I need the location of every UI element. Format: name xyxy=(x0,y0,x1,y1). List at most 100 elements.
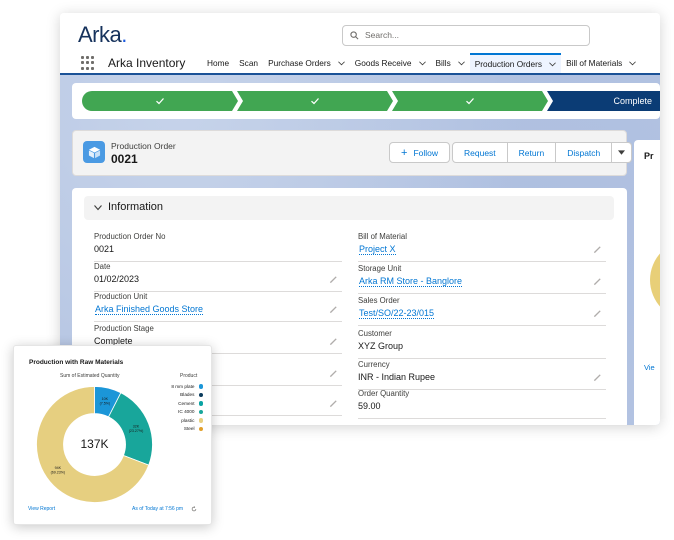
sales-order-link[interactable]: Test/SO/22-23/015 xyxy=(359,308,435,319)
field-value: INR - Indian Rupee xyxy=(358,372,436,382)
global-header: Arka. Search... xyxy=(60,13,660,53)
field-label: Sales Order xyxy=(358,296,400,305)
pencil-icon[interactable] xyxy=(593,277,602,286)
legend-item[interactable]: plastic xyxy=(159,416,203,425)
pencil-icon[interactable] xyxy=(329,369,338,378)
legend-label: Blades xyxy=(180,392,195,398)
tab-label: Home xyxy=(207,58,230,68)
pencil-icon[interactable] xyxy=(329,275,338,284)
slice-value-label: 94K xyxy=(55,466,62,470)
refresh-icon[interactable] xyxy=(191,506,197,512)
pencil-icon[interactable] xyxy=(593,245,602,254)
path-step-3-complete[interactable] xyxy=(392,91,548,111)
slice-percent-label: (7.5%) xyxy=(100,402,111,406)
tab-label: Bill of Materials xyxy=(566,58,623,68)
field-order-quantity: Order Quantity 59.00 xyxy=(358,389,606,419)
legend-label: IC 4000 xyxy=(178,409,195,415)
pencil-icon[interactable] xyxy=(329,399,338,408)
donut-chart: 10K(7.5%) 32K(23.27%) 94K(69.23%) 137K xyxy=(36,386,153,503)
chevron-down-icon[interactable] xyxy=(418,60,426,66)
legend-swatch xyxy=(198,392,203,397)
app-navbar: Arka Inventory Home Scan Purchase Orders… xyxy=(60,53,660,75)
section-title: Information xyxy=(108,201,164,213)
arka-logo[interactable]: Arka. xyxy=(78,22,127,48)
slice-value-label: 10K xyxy=(102,397,109,401)
global-search-input[interactable]: Search... xyxy=(342,25,590,46)
chevron-down-icon[interactable] xyxy=(549,61,556,67)
caret-down-icon xyxy=(618,150,626,155)
tab-goods-receive[interactable]: Goods Receive xyxy=(350,53,431,73)
as-of-timestamp: As of Today at 7:56 pm xyxy=(132,506,184,512)
tab-label: Purchase Orders xyxy=(268,58,331,68)
field-bill-of-material: Bill of Material Project X xyxy=(358,232,606,262)
legend-swatch xyxy=(198,384,203,389)
chevron-down-icon[interactable] xyxy=(337,60,345,66)
record-name: 0021 xyxy=(111,152,138,166)
tab-bill-of-materials[interactable]: Bill of Materials xyxy=(561,53,641,73)
production-order-icon xyxy=(83,141,105,163)
information-section-header[interactable]: Information xyxy=(84,196,614,220)
field-label: Date xyxy=(94,262,111,271)
field-label: Production Unit xyxy=(94,292,148,301)
legend-title: Product xyxy=(180,373,198,379)
slice-percent-label: (23.27%) xyxy=(129,429,144,433)
request-button[interactable]: Request xyxy=(452,142,508,163)
path-step-current[interactable]: Complete xyxy=(547,91,660,111)
record-actions: + Follow Request Return Dispatch xyxy=(389,142,633,163)
field-label: Production Stage xyxy=(94,324,154,333)
follow-button[interactable]: + Follow xyxy=(389,142,450,163)
field-customer: Customer XYZ Group xyxy=(358,329,606,359)
legend-item[interactable]: Steel xyxy=(159,425,203,434)
pencil-icon[interactable] xyxy=(329,305,338,314)
pencil-icon[interactable] xyxy=(329,337,338,346)
pencil-icon[interactable] xyxy=(593,309,602,318)
legend-label: Steel xyxy=(183,426,195,432)
tab-label: Scan xyxy=(239,58,259,68)
box-icon xyxy=(88,146,100,158)
follow-label: Follow xyxy=(413,147,438,158)
chevron-down-icon[interactable] xyxy=(629,60,637,66)
chevron-down-icon xyxy=(94,205,102,211)
legend-item[interactable]: IC 4000 xyxy=(159,408,203,417)
return-button[interactable]: Return xyxy=(506,142,557,163)
tab-production-orders[interactable]: Production Orders xyxy=(469,53,562,73)
app-launcher-icon[interactable] xyxy=(81,56,95,70)
legend-item[interactable]: 8 mm plate xyxy=(159,382,203,391)
legend-item[interactable]: Blades xyxy=(159,391,203,400)
storage-unit-link[interactable]: Arka RM Store - Banglore xyxy=(359,276,463,287)
chart-legend: 8 mm plate Blades Cement IC 4000 plastic Stee… xyxy=(159,382,203,433)
legend-swatch xyxy=(198,418,203,423)
tab-scan[interactable]: Scan xyxy=(234,53,263,73)
tab-home[interactable]: Home xyxy=(202,53,234,73)
logo-text: Arka xyxy=(78,22,122,47)
side-card-title: Pr xyxy=(644,151,654,161)
legend-label: plastic xyxy=(181,417,195,423)
path-step-1-complete[interactable] xyxy=(82,91,238,111)
field-value: 59.00 xyxy=(358,401,381,411)
more-actions-button[interactable] xyxy=(611,142,633,163)
tab-purchase-orders[interactable]: Purchase Orders xyxy=(263,53,350,73)
field-storage-unit: Storage Unit Arka RM Store - Banglore xyxy=(358,264,606,294)
chevron-down-icon[interactable] xyxy=(457,60,465,66)
field-production-order-no: Production Order No 0021 xyxy=(94,232,342,262)
production-unit-link[interactable]: Arka Finished Goods Store xyxy=(95,304,204,315)
legend-swatch xyxy=(198,426,203,431)
legend-item[interactable]: Cement xyxy=(159,399,203,408)
side-view-report-link[interactable]: Vie xyxy=(644,363,655,372)
bill-of-material-link[interactable]: Project X xyxy=(359,244,396,255)
dispatch-button[interactable]: Dispatch xyxy=(555,142,613,163)
tab-label: Bills xyxy=(435,58,451,68)
pencil-icon[interactable] xyxy=(593,373,602,382)
check-icon xyxy=(311,98,319,105)
check-icon xyxy=(466,98,474,105)
record-header: Production Order 0021 + Follow Request Re… xyxy=(72,130,633,176)
field-label: Currency xyxy=(358,360,390,369)
tab-label: Production Orders xyxy=(474,59,543,69)
nav-tabs: Home Scan Purchase Orders Goods Receive … xyxy=(202,53,641,73)
donut-chart-widget: Production with Raw Materials Sum of Est… xyxy=(13,345,212,525)
path-progress: Complete xyxy=(72,83,660,119)
field-label: Customer xyxy=(358,329,392,338)
tab-bills[interactable]: Bills xyxy=(431,53,470,73)
view-report-link[interactable]: View Report xyxy=(28,506,55,512)
path-step-2-complete[interactable] xyxy=(237,91,393,111)
